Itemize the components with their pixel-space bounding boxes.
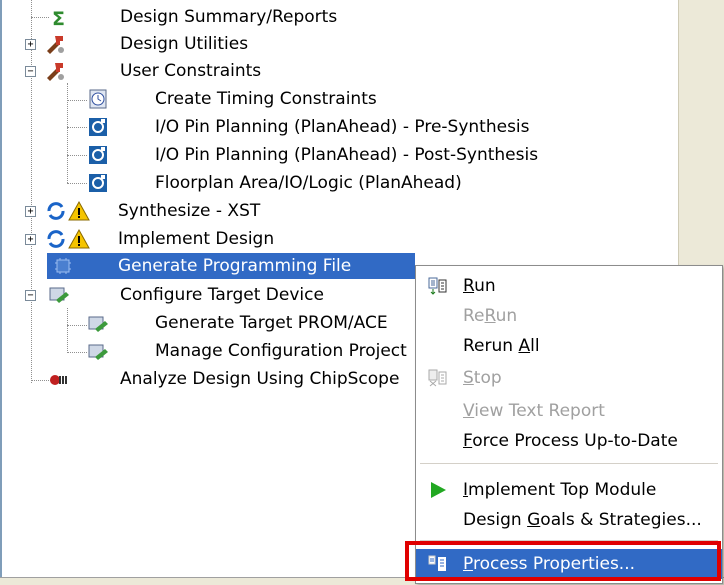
- menu-item-force-process[interactable]: Force Process Up-to-Date: [416, 426, 722, 456]
- tree-item-io-pin-pre-synthesis[interactable]: I/O Pin Planning (PlanAhead) - Pre-Synth…: [0, 114, 678, 140]
- mnemonic: V: [463, 401, 475, 421]
- chip-icon: [55, 258, 71, 274]
- tree-item-label: User Constraints: [120, 61, 262, 81]
- menu-label: Rerun: [463, 336, 519, 356]
- menu-item-design-goals[interactable]: Design Goals & Strategies...: [416, 505, 722, 535]
- tree-item-label: I/O Pin Planning (PlanAhead) - Post-Synt…: [155, 145, 539, 165]
- tree-item-manage-configuration[interactable]: Manage Configuration Project: [0, 338, 415, 364]
- tools-icon: [47, 36, 64, 54]
- tree-item-synthesize[interactable]: + Synthesize - XST: [0, 198, 678, 224]
- tree-item-generate-target-prom[interactable]: Generate Target PROM/ACE: [0, 310, 415, 336]
- expand-plus-icon[interactable]: +: [25, 234, 36, 245]
- mnemonic: G: [527, 510, 541, 530]
- menu-item-implement-top-module[interactable]: Implement Top Module: [416, 475, 722, 505]
- tree-item-label: Configure Target Device: [120, 285, 324, 305]
- tree-item-label: Design Summary/Reports: [120, 7, 338, 27]
- device-icon: [88, 344, 108, 360]
- run-icon: [428, 277, 447, 295]
- context-menu: Run ReRun Rerun All Stop View Text Repor…: [415, 265, 723, 584]
- tree-item-generate-programming-file[interactable]: Generate Programming File: [0, 253, 415, 279]
- menu-label: un: [474, 276, 496, 296]
- tree-item-implement-design[interactable]: + Implement Design: [0, 226, 678, 252]
- tree-item-configure-target-device[interactable]: − Configure Target Device: [0, 282, 415, 308]
- menu-label: Re: [463, 306, 485, 326]
- tree-item-label: Manage Configuration Project: [155, 341, 407, 361]
- menu-item-run[interactable]: Run: [416, 271, 722, 301]
- menu-label: mplement Top Module: [468, 480, 657, 500]
- chipscope-icon: [50, 375, 67, 385]
- tree-item-floorplan[interactable]: Floorplan Area/IO/Logic (PlanAhead): [0, 170, 678, 196]
- mnemonic: R: [484, 306, 496, 326]
- tree-item-label: Analyze Design Using ChipScope: [120, 369, 400, 389]
- svg-text:Σ: Σ: [52, 8, 65, 29]
- tree-item-create-timing-constraints[interactable]: Create Timing Constraints: [0, 86, 678, 112]
- device-icon: [49, 287, 69, 303]
- menu-label: top: [473, 368, 502, 388]
- tree-item-design-utilities[interactable]: + Design Utilities: [0, 31, 678, 57]
- tree-item-user-constraints[interactable]: − User Constraints: [0, 58, 678, 84]
- tools-icon: [47, 63, 64, 81]
- menu-label: oals & Strategies...: [540, 510, 702, 530]
- menu-label: orce Process Up-to-Date: [472, 431, 678, 451]
- sigma-icon: Σ: [52, 8, 65, 29]
- play-icon: [431, 482, 446, 498]
- mnemonic: S: [463, 368, 474, 388]
- tree-item-label: Generate Programming File: [118, 256, 352, 276]
- tree-item-analyze-chipscope[interactable]: Analyze Design Using ChipScope: [0, 366, 415, 392]
- highlight-annotation-box: [405, 541, 721, 581]
- mnemonic: A: [518, 336, 531, 356]
- tree-item-label: Generate Target PROM/ACE: [155, 313, 388, 333]
- menu-item-stop[interactable]: Stop: [416, 363, 722, 393]
- collapse-minus-icon[interactable]: −: [25, 290, 36, 301]
- collapse-minus-icon[interactable]: −: [25, 66, 36, 77]
- device-icon: [88, 316, 108, 332]
- stop-icon: [428, 369, 447, 387]
- menu-label: ll: [530, 336, 540, 356]
- warning-icon: [68, 228, 90, 249]
- menu-item-rerun[interactable]: ReRun: [416, 301, 722, 331]
- tree-item-label: Implement Design: [118, 229, 275, 249]
- tree-item-design-summary[interactable]: Σ Design Summary/Reports: [0, 4, 678, 30]
- planahead-icon: [89, 174, 107, 192]
- tree-item-label: I/O Pin Planning (PlanAhead) - Pre-Synth…: [155, 117, 530, 137]
- menu-label: Design: [463, 510, 528, 530]
- menu-label: un: [495, 306, 518, 326]
- tree-item-io-pin-post-synthesis[interactable]: I/O Pin Planning (PlanAhead) - Post-Synt…: [0, 142, 678, 168]
- mnemonic: R: [463, 276, 475, 296]
- mnemonic: F: [463, 431, 473, 451]
- menu-separator: [420, 463, 718, 464]
- refresh-icon: [47, 230, 65, 248]
- tree-item-label: Create Timing Constraints: [155, 89, 377, 109]
- menu-item-view-text-report[interactable]: View Text Report: [416, 396, 722, 426]
- warning-icon: [68, 200, 90, 221]
- menu-item-rerun-all[interactable]: Rerun All: [416, 331, 722, 361]
- clock-icon: [89, 89, 107, 109]
- expand-plus-icon[interactable]: +: [25, 206, 36, 217]
- tree-item-label: Synthesize - XST: [118, 201, 261, 221]
- planahead-icon: [89, 118, 107, 136]
- tree-item-label: Design Utilities: [120, 34, 249, 54]
- menu-label: iew Text Report: [474, 401, 605, 421]
- planahead-icon: [89, 146, 107, 164]
- refresh-icon: [47, 202, 65, 220]
- expand-plus-icon[interactable]: +: [25, 39, 36, 50]
- tree-item-label: Floorplan Area/IO/Logic (PlanAhead): [155, 173, 462, 193]
